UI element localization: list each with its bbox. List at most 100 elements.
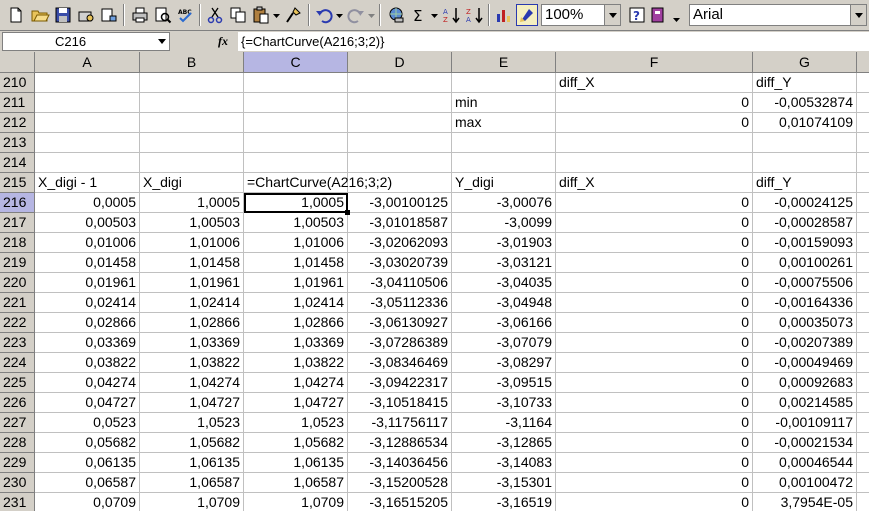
cell-filler[interactable] <box>857 133 869 153</box>
cell-filler[interactable] <box>857 273 869 293</box>
cell-g213[interactable] <box>753 133 857 153</box>
column-header-c[interactable]: C <box>244 52 348 73</box>
cell-f225[interactable]: 0 <box>556 373 753 393</box>
row-header-214[interactable]: 214 <box>0 153 35 173</box>
cell-filler[interactable] <box>857 333 869 353</box>
row-header-224[interactable]: 224 <box>0 353 35 373</box>
cell-g220[interactable]: -0,00075506 <box>753 273 857 293</box>
insert-function-icon[interactable]: fx <box>218 34 236 50</box>
cell-filler[interactable] <box>857 473 869 493</box>
cell-filler[interactable] <box>857 393 869 413</box>
cell-b217[interactable]: 1,00503 <box>140 213 244 233</box>
formula-input[interactable]: {=ChartCurve(A216;3;2)} <box>238 32 869 51</box>
cell-g231[interactable]: 3,7954E-05 <box>753 493 857 511</box>
cell-d219[interactable]: -3,03020739 <box>348 253 452 273</box>
cell-d215[interactable] <box>348 173 452 193</box>
cell-d223[interactable]: -3,07286389 <box>348 333 452 353</box>
cell-a212[interactable] <box>35 113 140 133</box>
column-header-d[interactable]: D <box>348 52 452 73</box>
cell-g229[interactable]: 0,00046544 <box>753 453 857 473</box>
row-header-229[interactable]: 229 <box>0 453 35 473</box>
cell-filler[interactable] <box>857 373 869 393</box>
cell-f212[interactable]: 0 <box>556 113 753 133</box>
redo-icon[interactable] <box>346 5 366 25</box>
cell-b222[interactable]: 1,02866 <box>140 313 244 333</box>
cell-b223[interactable]: 1,03369 <box>140 333 244 353</box>
cell-f221[interactable]: 0 <box>556 293 753 313</box>
cell-e223[interactable]: -3,07079 <box>452 333 556 353</box>
new-icon[interactable] <box>6 5 26 25</box>
cell-d228[interactable]: -3,12886534 <box>348 433 452 453</box>
format-painter-icon[interactable] <box>284 5 304 25</box>
column-header-g[interactable]: G <box>753 52 857 73</box>
cell-g226[interactable]: 0,00214585 <box>753 393 857 413</box>
cell-filler[interactable] <box>857 113 869 133</box>
cell-f227[interactable]: 0 <box>556 413 753 433</box>
spelling-icon[interactable]: ABC <box>176 5 196 25</box>
chart-wizard-icon[interactable] <box>494 5 514 25</box>
cell-a210[interactable] <box>35 73 140 93</box>
column-header-a[interactable]: A <box>35 52 140 73</box>
row-header-213[interactable]: 213 <box>0 133 35 153</box>
cell-a211[interactable] <box>35 93 140 113</box>
cell-b211[interactable] <box>140 93 244 113</box>
cell-a229[interactable]: 0,06135 <box>35 453 140 473</box>
print-icon[interactable] <box>130 5 150 25</box>
cell-b220[interactable]: 1,01961 <box>140 273 244 293</box>
cell-f216[interactable]: 0 <box>556 193 753 213</box>
cell-a219[interactable]: 0,01458 <box>35 253 140 273</box>
row-header-223[interactable]: 223 <box>0 333 35 353</box>
cell-b213[interactable] <box>140 133 244 153</box>
cell-d216[interactable]: -3,00100125 <box>348 193 452 213</box>
cell-g217[interactable]: -0,00028587 <box>753 213 857 233</box>
cell-d218[interactable]: -3,02062093 <box>348 233 452 253</box>
row-header-217[interactable]: 217 <box>0 213 35 233</box>
cell-g228[interactable]: -0,00021534 <box>753 433 857 453</box>
cell-d222[interactable]: -3,06130927 <box>348 313 452 333</box>
column-header-f[interactable]: F <box>556 52 753 73</box>
cell-g224[interactable]: -0,00049469 <box>753 353 857 373</box>
cell-e217[interactable]: -3,0099 <box>452 213 556 233</box>
cell-e228[interactable]: -3,12865 <box>452 433 556 453</box>
save-icon[interactable] <box>53 5 73 25</box>
cell-e225[interactable]: -3,09515 <box>452 373 556 393</box>
cell-c227[interactable]: 1,0523 <box>244 413 348 433</box>
cell-a227[interactable]: 0,0523 <box>35 413 140 433</box>
cell-e218[interactable]: -3,01903 <box>452 233 556 253</box>
cell-b226[interactable]: 1,04727 <box>140 393 244 413</box>
cell-e227[interactable]: -3,1164 <box>452 413 556 433</box>
cell-c219[interactable]: 1,01458 <box>244 253 348 273</box>
print-preview-icon[interactable] <box>153 5 173 25</box>
undo-dropdown-icon[interactable] <box>335 5 344 25</box>
cell-b215[interactable]: X_digi <box>140 173 244 193</box>
cell-e222[interactable]: -3,06166 <box>452 313 556 333</box>
cell-c215[interactable]: =ChartCurve(A216;3;2) <box>244 173 392 193</box>
cell-e231[interactable]: -3,16519 <box>452 493 556 511</box>
cell-c224[interactable]: 1,03822 <box>244 353 348 373</box>
select-all-corner[interactable] <box>0 52 35 73</box>
cell-d210[interactable] <box>348 73 452 93</box>
cell-d211[interactable] <box>348 93 452 113</box>
cell-d230[interactable]: -3,15200528 <box>348 473 452 493</box>
cell-filler[interactable] <box>857 433 869 453</box>
font-dropdown[interactable]: Arial <box>689 4 867 26</box>
row-header-212[interactable]: 212 <box>0 113 35 133</box>
row-header-222[interactable]: 222 <box>0 313 35 333</box>
cell-e210[interactable] <box>452 73 556 93</box>
cell-e230[interactable]: -3,15301 <box>452 473 556 493</box>
column-header-b[interactable]: B <box>140 52 244 73</box>
cell-e226[interactable]: -3,10733 <box>452 393 556 413</box>
cell-b228[interactable]: 1,05682 <box>140 433 244 453</box>
cell-g227[interactable]: -0,00109117 <box>753 413 857 433</box>
cell-filler[interactable] <box>857 173 869 193</box>
cell-b227[interactable]: 1,0523 <box>140 413 244 433</box>
cell-e215[interactable]: Y_digi <box>452 173 556 193</box>
toolbar-options-icon[interactable] <box>672 5 681 25</box>
cell-filler[interactable] <box>857 413 869 433</box>
cell-a231[interactable]: 0,0709 <box>35 493 140 511</box>
cell-g219[interactable]: 0,00100261 <box>753 253 857 273</box>
cell-filler[interactable] <box>857 73 869 93</box>
cell-c217[interactable]: 1,00503 <box>244 213 348 233</box>
cell-f215[interactable]: diff_X <box>556 173 753 193</box>
name-box[interactable]: C216 <box>2 32 170 51</box>
